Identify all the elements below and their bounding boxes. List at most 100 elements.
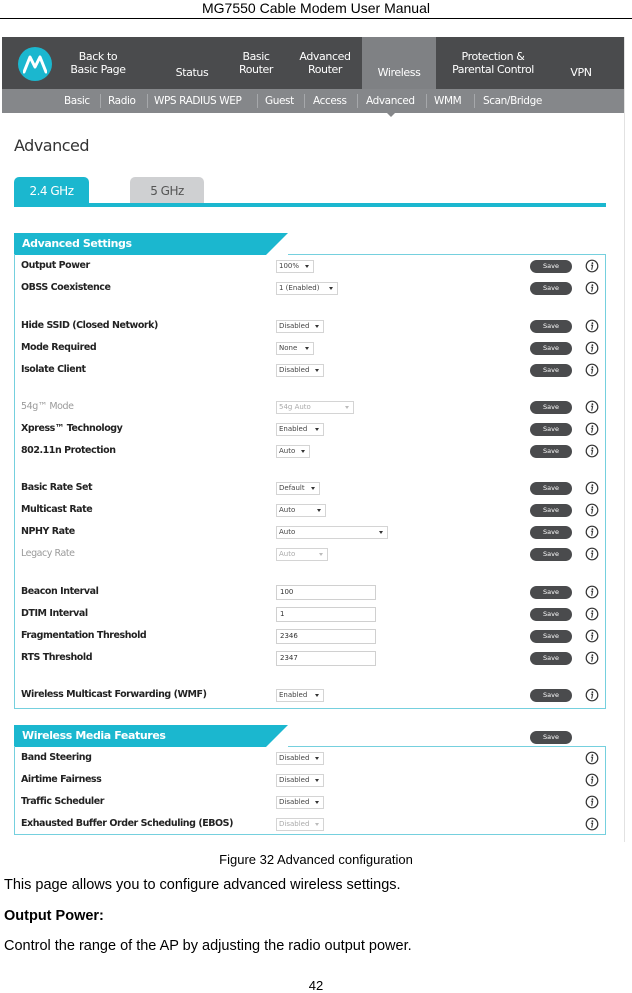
nav-label: VPN [570, 66, 592, 79]
subnav-basic[interactable]: Basic [64, 89, 90, 113]
save-button[interactable]: Save [530, 401, 572, 414]
save-button[interactable]: Save [530, 282, 572, 295]
subnav-wmm[interactable]: WMM [434, 89, 462, 113]
setting-label: DTIM Interval [21, 608, 88, 619]
subnav-guest[interactable]: Guest [265, 89, 294, 113]
save-button[interactable]: Save [530, 608, 572, 621]
chevron-down-icon [315, 325, 319, 328]
subnav-scan-bridge[interactable]: Scan/Bridge [483, 89, 542, 113]
nav-protection-parental-control[interactable]: Protection & Parental Control [446, 37, 540, 89]
save-button[interactable]: Save [530, 342, 572, 355]
save-button[interactable]: Save [530, 504, 572, 517]
setting-select[interactable]: None [276, 342, 314, 355]
select-value: Auto [279, 550, 296, 558]
setting-label: RTS Threshold [21, 652, 93, 663]
select-value: Disabled [279, 776, 310, 784]
setting-select[interactable]: Disabled [276, 320, 324, 333]
save-button[interactable]: Save [530, 320, 572, 333]
subnav-radio[interactable]: Radio [108, 89, 136, 113]
setting-select[interactable]: Disabled [276, 752, 324, 765]
info-icon[interactable] [585, 319, 599, 333]
setting-select[interactable]: Auto [276, 504, 326, 517]
save-button[interactable]: Save [530, 482, 572, 495]
tab-5-ghz[interactable]: 5 GHz [130, 177, 204, 205]
setting-row-802-11n-protection: 802.11n Protection Auto Save [2, 442, 624, 462]
subnav-divider [257, 94, 258, 108]
setting-select[interactable]: Auto [276, 445, 310, 458]
subnav-advanced[interactable]: Advanced [366, 89, 415, 113]
nav-vpn[interactable]: VPN [558, 37, 604, 89]
save-button[interactable]: Save [530, 630, 572, 643]
subnav-divider [147, 94, 148, 108]
setting-select[interactable]: Auto [276, 526, 388, 539]
info-icon[interactable] [585, 629, 599, 643]
setting-select[interactable]: 1 (Enabled) [276, 282, 338, 295]
setting-select[interactable]: Enabled [276, 689, 324, 702]
info-icon[interactable] [585, 688, 599, 702]
nav-label: Router [238, 63, 274, 76]
nav-wireless[interactable]: Wireless [362, 37, 436, 89]
save-button[interactable]: Save [530, 445, 572, 458]
nav-basic-router[interactable]: Basic Router [230, 37, 282, 89]
info-icon[interactable] [585, 773, 599, 787]
save-button[interactable]: Save [530, 364, 572, 377]
info-icon[interactable] [585, 607, 599, 621]
setting-row-54g-mode: 54g™ Mode 54g Auto Save [2, 398, 624, 418]
subnav-access[interactable]: Access [313, 89, 347, 113]
tab-2-4-ghz[interactable]: 2.4 GHz [14, 177, 89, 205]
info-icon[interactable] [585, 651, 599, 665]
subnav-wps-radius-wep[interactable]: WPS RADIUS WEP [154, 89, 242, 113]
setting-label: Band Steering [21, 752, 92, 763]
setting-select[interactable]: Disabled [276, 796, 324, 809]
info-icon[interactable] [585, 341, 599, 355]
select-value: None [279, 344, 298, 352]
setting-select[interactable]: Enabled [276, 423, 324, 436]
info-icon[interactable] [585, 363, 599, 377]
setting-row-band-steering: Band Steering Disabled [2, 749, 624, 769]
setting-select[interactable]: Disabled [276, 774, 324, 787]
save-button[interactable]: Save [530, 689, 572, 702]
save-button[interactable]: Save [530, 526, 572, 539]
setting-select[interactable]: 100% [276, 260, 314, 273]
chevron-down-icon [315, 428, 319, 431]
save-button[interactable]: Save [530, 586, 572, 599]
select-value: Disabled [279, 366, 310, 374]
info-icon[interactable] [585, 422, 599, 436]
save-button[interactable]: Save [530, 652, 572, 665]
setting-select[interactable]: Disabled [276, 364, 324, 377]
chevron-down-icon [311, 487, 315, 490]
info-icon[interactable] [585, 444, 599, 458]
save-button[interactable]: Save [530, 548, 572, 561]
info-icon[interactable] [585, 281, 599, 295]
info-icon[interactable] [585, 547, 599, 561]
nav-status[interactable]: Status [166, 37, 218, 89]
setting-input[interactable]: 2347 [276, 651, 376, 666]
select-value: Disabled [279, 754, 310, 762]
setting-input[interactable]: 2346 [276, 629, 376, 644]
setting-label: Basic Rate Set [21, 482, 93, 493]
info-icon[interactable] [585, 585, 599, 599]
info-icon[interactable] [585, 400, 599, 414]
setting-row-hide-ssid-closed-network: Hide SSID (Closed Network) Disabled Save [2, 317, 624, 337]
sub-navigation: Basic Radio WPS RADIUS WEP Guest Access … [2, 89, 624, 113]
motorola-logo-icon[interactable] [18, 47, 52, 81]
setting-label: Multicast Rate [21, 504, 93, 515]
info-icon[interactable] [585, 525, 599, 539]
nav-advanced-router[interactable]: Advanced Router [292, 37, 358, 89]
setting-input[interactable]: 1 [276, 607, 376, 622]
info-icon[interactable] [585, 817, 599, 831]
nav-back-to-basic-page[interactable]: Back to Basic Page [60, 37, 136, 89]
info-icon[interactable] [585, 795, 599, 809]
chevron-down-icon [329, 287, 333, 290]
nav-label: Basic [242, 50, 270, 63]
save-button[interactable]: Save [530, 260, 572, 273]
info-icon[interactable] [585, 751, 599, 765]
info-icon[interactable] [585, 503, 599, 517]
save-button[interactable]: Save [530, 423, 572, 436]
nav-label: Router [307, 63, 343, 76]
setting-input[interactable]: 100 [276, 585, 376, 600]
info-icon[interactable] [585, 481, 599, 495]
subnav-divider [100, 94, 101, 108]
setting-select[interactable]: Default [276, 482, 320, 495]
info-icon[interactable] [585, 259, 599, 273]
